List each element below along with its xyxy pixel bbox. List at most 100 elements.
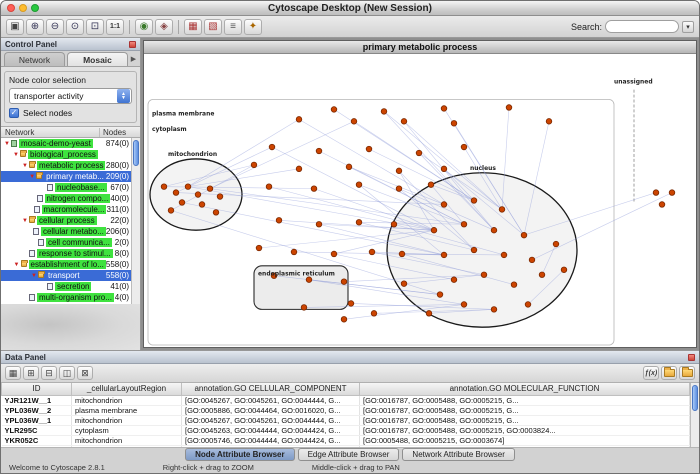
tab-overflow-arrow-icon[interactable]: ▶ xyxy=(129,55,138,66)
network-node[interactable] xyxy=(461,144,467,150)
network-node[interactable] xyxy=(506,105,512,111)
tree-item-transport[interactable]: ▼transport558(0) xyxy=(1,270,131,281)
zoom-in-icon[interactable]: ⊕ xyxy=(26,19,44,35)
network-node[interactable] xyxy=(381,109,387,115)
expander-icon[interactable]: ▼ xyxy=(21,163,29,169)
network-node[interactable] xyxy=(316,148,322,154)
expander-icon[interactable]: ▼ xyxy=(21,218,29,224)
network-node[interactable] xyxy=(371,311,377,317)
expander-icon[interactable]: ▼ xyxy=(28,174,36,180)
network-node[interactable] xyxy=(341,317,347,323)
network-node[interactable] xyxy=(451,121,457,127)
column-header-cellularlayoutregion[interactable]: _cellularLayoutRegion xyxy=(72,383,182,395)
network-node[interactable] xyxy=(461,221,467,227)
tree-item-biological-process[interactable]: ▼biological_process xyxy=(1,149,131,160)
network-edge[interactable] xyxy=(299,119,444,204)
table-row[interactable]: YDR039C__1mitochondrion[GO:0044429, GO:0… xyxy=(2,445,690,447)
network-node[interactable] xyxy=(511,282,517,288)
network-node[interactable] xyxy=(391,221,397,227)
network-node[interactable] xyxy=(306,277,312,283)
network-canvas[interactable]: plasma membranecytoplasmunassignedmitoch… xyxy=(144,54,696,347)
network-node[interactable] xyxy=(266,184,272,190)
column-header-annotation-go-cellular-component[interactable]: annotation.GO CELLULAR_COMPONENT xyxy=(182,383,360,395)
network-node[interactable] xyxy=(431,227,437,233)
network-node[interactable] xyxy=(369,249,375,255)
expander-icon[interactable]: ▼ xyxy=(12,152,20,158)
column-header-id[interactable]: ID xyxy=(2,383,72,395)
network-node[interactable] xyxy=(296,117,302,123)
tree-item-multi-organism-pro[interactable]: multi-organism pro...4(0) xyxy=(1,292,131,303)
select-nodes-checkbox[interactable]: ✓ xyxy=(9,108,19,118)
network-node[interactable] xyxy=(296,166,302,172)
close-button[interactable] xyxy=(7,4,15,12)
attribute-select-icon[interactable]: ▦ xyxy=(5,366,21,380)
overview-icon[interactable]: ◈ xyxy=(155,19,173,35)
network-node[interactable] xyxy=(256,245,262,251)
window-titlebar[interactable]: Cytoscape Desktop (New Session) xyxy=(1,1,699,16)
network-node[interactable] xyxy=(251,162,257,168)
search-options-arrow-icon[interactable]: ▾ xyxy=(682,21,694,33)
network-node[interactable] xyxy=(396,168,402,174)
column-header-nodes[interactable]: Nodes xyxy=(100,128,140,137)
tree-scrollbar[interactable] xyxy=(131,138,140,304)
snapshot-icon[interactable]: ◉ xyxy=(135,19,153,35)
network-node[interactable] xyxy=(428,182,434,188)
network-node[interactable] xyxy=(437,292,443,298)
tree-item-establishment-of-lo[interactable]: ▼establishment of lo...558(0) xyxy=(1,259,131,270)
table-scrollbar[interactable] xyxy=(690,383,699,447)
zoom-out-icon[interactable]: ⊖ xyxy=(46,19,64,35)
network-node[interactable] xyxy=(399,251,405,257)
tab-mosaic[interactable]: Mosaic xyxy=(67,52,128,66)
tree-item-mosaic-demo-yeast[interactable]: ▼mosaic-demo-yeast874(0) xyxy=(1,138,131,149)
network-node[interactable] xyxy=(501,252,507,258)
expander-icon[interactable]: ▼ xyxy=(3,141,11,147)
control-panel-float-icon[interactable] xyxy=(129,41,136,48)
network-node[interactable] xyxy=(441,106,447,112)
network-node[interactable] xyxy=(351,119,357,125)
data-panel-float-icon[interactable] xyxy=(688,354,695,361)
tree-item-cell-communica[interactable]: cell communica...2(0) xyxy=(1,237,131,248)
network-node[interactable] xyxy=(301,305,307,311)
network-node[interactable] xyxy=(346,164,352,170)
network-node[interactable] xyxy=(499,207,505,213)
column-header-annotation-go-molecular-function[interactable]: annotation.GO MOLECULAR_FUNCTION xyxy=(360,383,690,395)
network-frame-titlebar[interactable]: primary metabolic process xyxy=(144,41,696,54)
network-node[interactable] xyxy=(561,267,567,273)
network-node[interactable] xyxy=(471,198,477,204)
maximize-button[interactable] xyxy=(31,4,39,12)
network-node[interactable] xyxy=(173,190,179,196)
network-node[interactable] xyxy=(416,150,422,156)
network-node[interactable] xyxy=(161,184,167,190)
network-node[interactable] xyxy=(341,279,347,285)
column-header-network[interactable]: Network xyxy=(1,128,100,137)
network-node[interactable] xyxy=(396,186,402,192)
zoom-selected-icon[interactable]: ⊙ xyxy=(66,19,84,35)
network-node[interactable] xyxy=(659,202,665,208)
column-mapping-icon[interactable]: ◫ xyxy=(59,366,75,380)
tab-network-attribute-browser[interactable]: Network Attribute Browser xyxy=(402,448,514,461)
network-node[interactable] xyxy=(316,221,322,227)
network-node[interactable] xyxy=(213,210,219,216)
tree-item-secretion[interactable]: secretion41(0) xyxy=(1,281,131,292)
node-color-dropdown[interactable]: transporter activity ▲▼ xyxy=(9,88,132,104)
search-input[interactable] xyxy=(605,20,679,33)
network-node[interactable] xyxy=(553,241,559,247)
network-node[interactable] xyxy=(185,184,191,190)
table-row[interactable]: YJR121W__1mitochondrion[GO:0045267, GO:0… xyxy=(2,395,690,405)
tree-item-cellular-metabo[interactable]: cellular metabo...206(0) xyxy=(1,226,131,237)
network-edge[interactable] xyxy=(210,121,354,188)
scale-1-1-icon[interactable]: 1:1 xyxy=(106,19,124,35)
tree-item-nitrogen-compo[interactable]: nitrogen compo...40(0) xyxy=(1,193,131,204)
network-node[interactable] xyxy=(669,190,675,196)
vizmapper-icon[interactable]: ▧ xyxy=(204,19,222,35)
tree-item-response-to-stimul[interactable]: response to stimul...8(0) xyxy=(1,248,131,259)
import-attributes-icon[interactable] xyxy=(661,366,677,380)
minimize-button[interactable] xyxy=(19,4,27,12)
network-node[interactable] xyxy=(168,208,174,214)
network-node[interactable] xyxy=(401,281,407,287)
network-node[interactable] xyxy=(179,200,185,206)
layout-icon[interactable]: ≡ xyxy=(224,19,242,35)
network-node[interactable] xyxy=(199,202,205,208)
network-node[interactable] xyxy=(451,277,457,283)
clear-attribute-icon[interactable]: ⊠ xyxy=(77,366,93,380)
